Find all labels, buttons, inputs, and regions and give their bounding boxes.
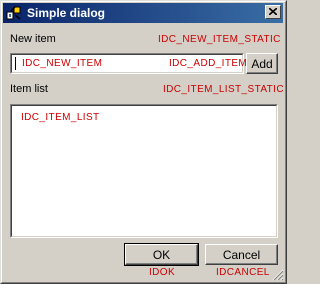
ok-button-label: OK (152, 248, 171, 262)
item-list-label: Item list (10, 83, 48, 95)
ok-button-id: IDOK (149, 267, 176, 278)
dialog-window: Simple dialog New item IDC_NEW_ITEM_STAT… (0, 0, 287, 284)
window-title: Simple dialog (27, 6, 106, 20)
cancel-button-label: Cancel (222, 248, 261, 262)
close-icon (269, 8, 277, 15)
new-item-static-id: IDC_NEW_ITEM_STATIC (158, 34, 281, 45)
item-list-static-id: IDC_ITEM_LIST_STATIC (163, 84, 284, 95)
app-icon (6, 5, 22, 21)
text-caret (15, 57, 16, 70)
cancel-button[interactable]: Cancel (205, 244, 278, 265)
item-list-id: IDC_ITEM_LIST (21, 112, 100, 123)
item-list[interactable]: IDC_ITEM_LIST (10, 104, 278, 238)
new-item-input-id: IDC_NEW_ITEM (22, 58, 103, 69)
add-item-id: IDC_ADD_ITEM (169, 58, 248, 69)
ok-button[interactable]: OK (124, 243, 199, 266)
add-button-label: Add (251, 57, 273, 71)
cancel-button-id: IDCANCEL (216, 267, 270, 278)
close-button[interactable] (265, 5, 281, 19)
add-button[interactable]: Add (246, 53, 278, 74)
new-item-label: New item (10, 33, 56, 45)
item-list-frame (11, 105, 277, 237)
new-item-input[interactable]: IDC_NEW_ITEM IDC_ADD_ITEM (10, 53, 248, 74)
title-bar[interactable]: Simple dialog (3, 3, 283, 23)
resize-grip-icon[interactable] (272, 269, 284, 284)
